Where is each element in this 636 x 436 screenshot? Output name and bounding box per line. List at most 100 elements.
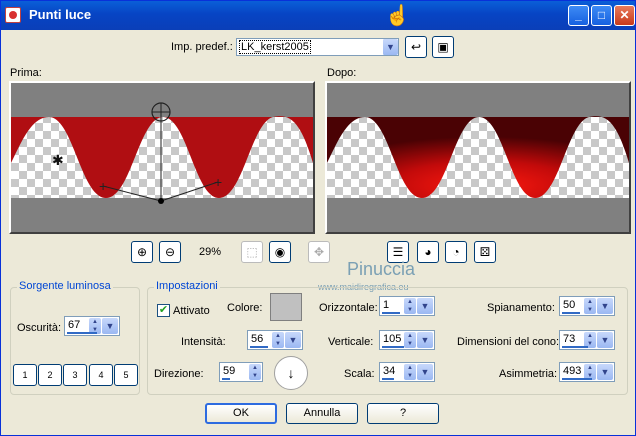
window-title: Punti luce	[29, 7, 92, 22]
vertical-value[interactable]: 105	[383, 333, 401, 345]
chevron-down-icon[interactable]: ▼	[382, 39, 398, 55]
chevron-down-icon[interactable]: ▼	[285, 332, 301, 348]
spin-arrows-icon[interactable]: ▲ ▼	[404, 364, 416, 380]
cone-size-bar	[562, 346, 588, 348]
asymmetry-stepper[interactable]: 493 ▲ ▼ ▼	[559, 362, 615, 382]
move-icon: ✥	[313, 245, 325, 259]
darkness-label: Oscurità:	[17, 322, 62, 334]
intensity-label: Intensità:	[181, 336, 226, 348]
vertical-bar	[382, 346, 404, 348]
spin-arrows-icon[interactable]: ▲ ▼	[584, 298, 596, 314]
smoothing-bar	[562, 312, 580, 314]
settings-title: Impostazioni	[154, 280, 220, 292]
proof-icon: ◉	[274, 245, 286, 259]
cone-size-value[interactable]: 73	[563, 333, 575, 345]
help-button[interactable]: ?	[367, 403, 439, 424]
direction-dial[interactable]: ↓	[274, 356, 308, 390]
direction-label: Direzione:	[154, 368, 204, 380]
smoothing-stepper[interactable]: 50 ▲ ▼ ▼	[559, 296, 615, 316]
svg-text:✱: ✱	[52, 152, 64, 168]
spin-arrows-icon[interactable]: ▲ ▼	[404, 298, 416, 314]
chevron-down-icon[interactable]: ▼	[102, 318, 118, 334]
enabled-label: Attivato	[173, 305, 210, 317]
chevron-down-icon[interactable]: ▼	[597, 364, 613, 380]
preset-combo[interactable]: LK_kerst2005 ▼	[236, 38, 399, 56]
cone-size-stepper[interactable]: 73 ▲ ▼ ▼	[559, 330, 615, 350]
zoom-in-icon: ⊕	[136, 245, 148, 259]
darkness-bar	[67, 332, 97, 334]
after-preview-label: Dopo:	[327, 67, 357, 79]
horizontal-stepper[interactable]: 1 ▲ ▼ ▼	[379, 296, 435, 316]
color-label: Colore:	[227, 302, 263, 314]
light-source-title: Sorgente luminosa	[17, 280, 113, 292]
fit-window-icon: ⬚	[246, 245, 258, 259]
before-preview[interactable]: ✱ + +	[9, 81, 315, 234]
chevron-down-icon[interactable]: ▼	[597, 332, 613, 348]
spin-arrows-icon[interactable]: ▲ ▼	[404, 332, 416, 348]
intensity-value[interactable]: 56	[251, 333, 263, 345]
direction-stepper[interactable]: 59 ▲ ▼	[219, 362, 263, 382]
light-3-button[interactable]: 3	[63, 364, 87, 386]
horizontal-value[interactable]: 1	[383, 299, 389, 311]
minimize-button[interactable]: _	[568, 5, 589, 26]
light-2-button[interactable]: 2	[38, 364, 62, 386]
smoothing-value[interactable]: 50	[563, 299, 575, 311]
cancel-button[interactable]: Annulla	[286, 403, 358, 424]
intensity-stepper[interactable]: 56 ▲ ▼ ▼	[247, 330, 303, 350]
eye-lock-icon: ◕	[424, 245, 432, 259]
direction-bar	[222, 378, 230, 380]
auto-proof-button[interactable]: ◕	[417, 241, 439, 263]
light-5-button[interactable]: 5	[114, 364, 138, 386]
close-button[interactable]: ✕	[614, 5, 635, 26]
zoom-out-button[interactable]: ⊖	[159, 241, 181, 263]
reset-preset-button[interactable]: ↩	[405, 36, 427, 58]
darkness-stepper[interactable]: 67 ▲ ▼ ▼	[64, 316, 120, 336]
svg-text:+: +	[99, 178, 107, 194]
save-disk-icon: ▣	[437, 40, 449, 54]
cone-size-label: Dimensioni del cono:	[457, 336, 560, 348]
maximize-button[interactable]: □	[591, 5, 612, 26]
ok-button[interactable]: OK	[205, 403, 277, 424]
light-1-button[interactable]: 1	[13, 364, 37, 386]
chevron-down-icon[interactable]: ▼	[417, 298, 433, 314]
eye-icon: ◔	[452, 245, 460, 259]
spin-arrows-icon[interactable]: ▲ ▼	[272, 332, 284, 348]
vertical-label: Verticale:	[328, 336, 374, 348]
zoom-fit-button[interactable]: ⬚	[241, 241, 263, 263]
direction-value[interactable]: 59	[223, 365, 235, 377]
chevron-down-icon[interactable]: ▼	[417, 364, 433, 380]
watermark-name: Pinuccia	[347, 259, 416, 279]
before-preview-label: Prima:	[10, 67, 42, 79]
proof-button[interactable]: ◉	[269, 241, 291, 263]
zoom-level: 29%	[199, 246, 222, 258]
direction-arrow-icon: ↓	[287, 365, 295, 381]
dice-icon: ⚄	[479, 245, 491, 259]
color-swatch[interactable]	[270, 293, 302, 321]
light-3-label: 3	[72, 370, 78, 380]
zoom-in-button[interactable]: ⊕	[131, 241, 153, 263]
spin-arrows-icon[interactable]: ▲ ▼	[249, 364, 261, 380]
randomize-button[interactable]: ⚄	[474, 241, 496, 263]
pointing-hand-icon: ☝	[385, 5, 410, 27]
light-2-label: 2	[47, 370, 53, 380]
preset-label: Imp. predef.:	[171, 41, 233, 53]
vertical-stepper[interactable]: 105 ▲ ▼ ▼	[379, 330, 435, 350]
scale-value[interactable]: 34	[383, 365, 395, 377]
light-1-label: 1	[22, 370, 28, 380]
darkness-value[interactable]: 67	[68, 319, 80, 331]
proof-eye-button[interactable]: ◔	[445, 241, 467, 263]
asymmetry-bar	[562, 378, 592, 380]
preset-value: LK_kerst2005	[239, 40, 311, 54]
scale-stepper[interactable]: 34 ▲ ▼ ▼	[379, 362, 435, 382]
title-bar[interactable]: Punti luce _ □ ✕	[1, 1, 635, 30]
light-4-button[interactable]: 4	[89, 364, 113, 386]
enabled-checkbox[interactable]: ✔	[157, 304, 170, 317]
before-preview-image: ✱ + +	[11, 102, 313, 204]
after-preview-image	[327, 116, 629, 198]
save-preset-button[interactable]: ▣	[432, 36, 454, 58]
asymmetry-value[interactable]: 493	[563, 365, 581, 377]
chevron-down-icon[interactable]: ▼	[597, 298, 613, 314]
pan-button[interactable]: ✥	[308, 241, 330, 263]
chevron-down-icon[interactable]: ▼	[417, 332, 433, 348]
zoom-out-icon: ⊖	[164, 245, 176, 259]
